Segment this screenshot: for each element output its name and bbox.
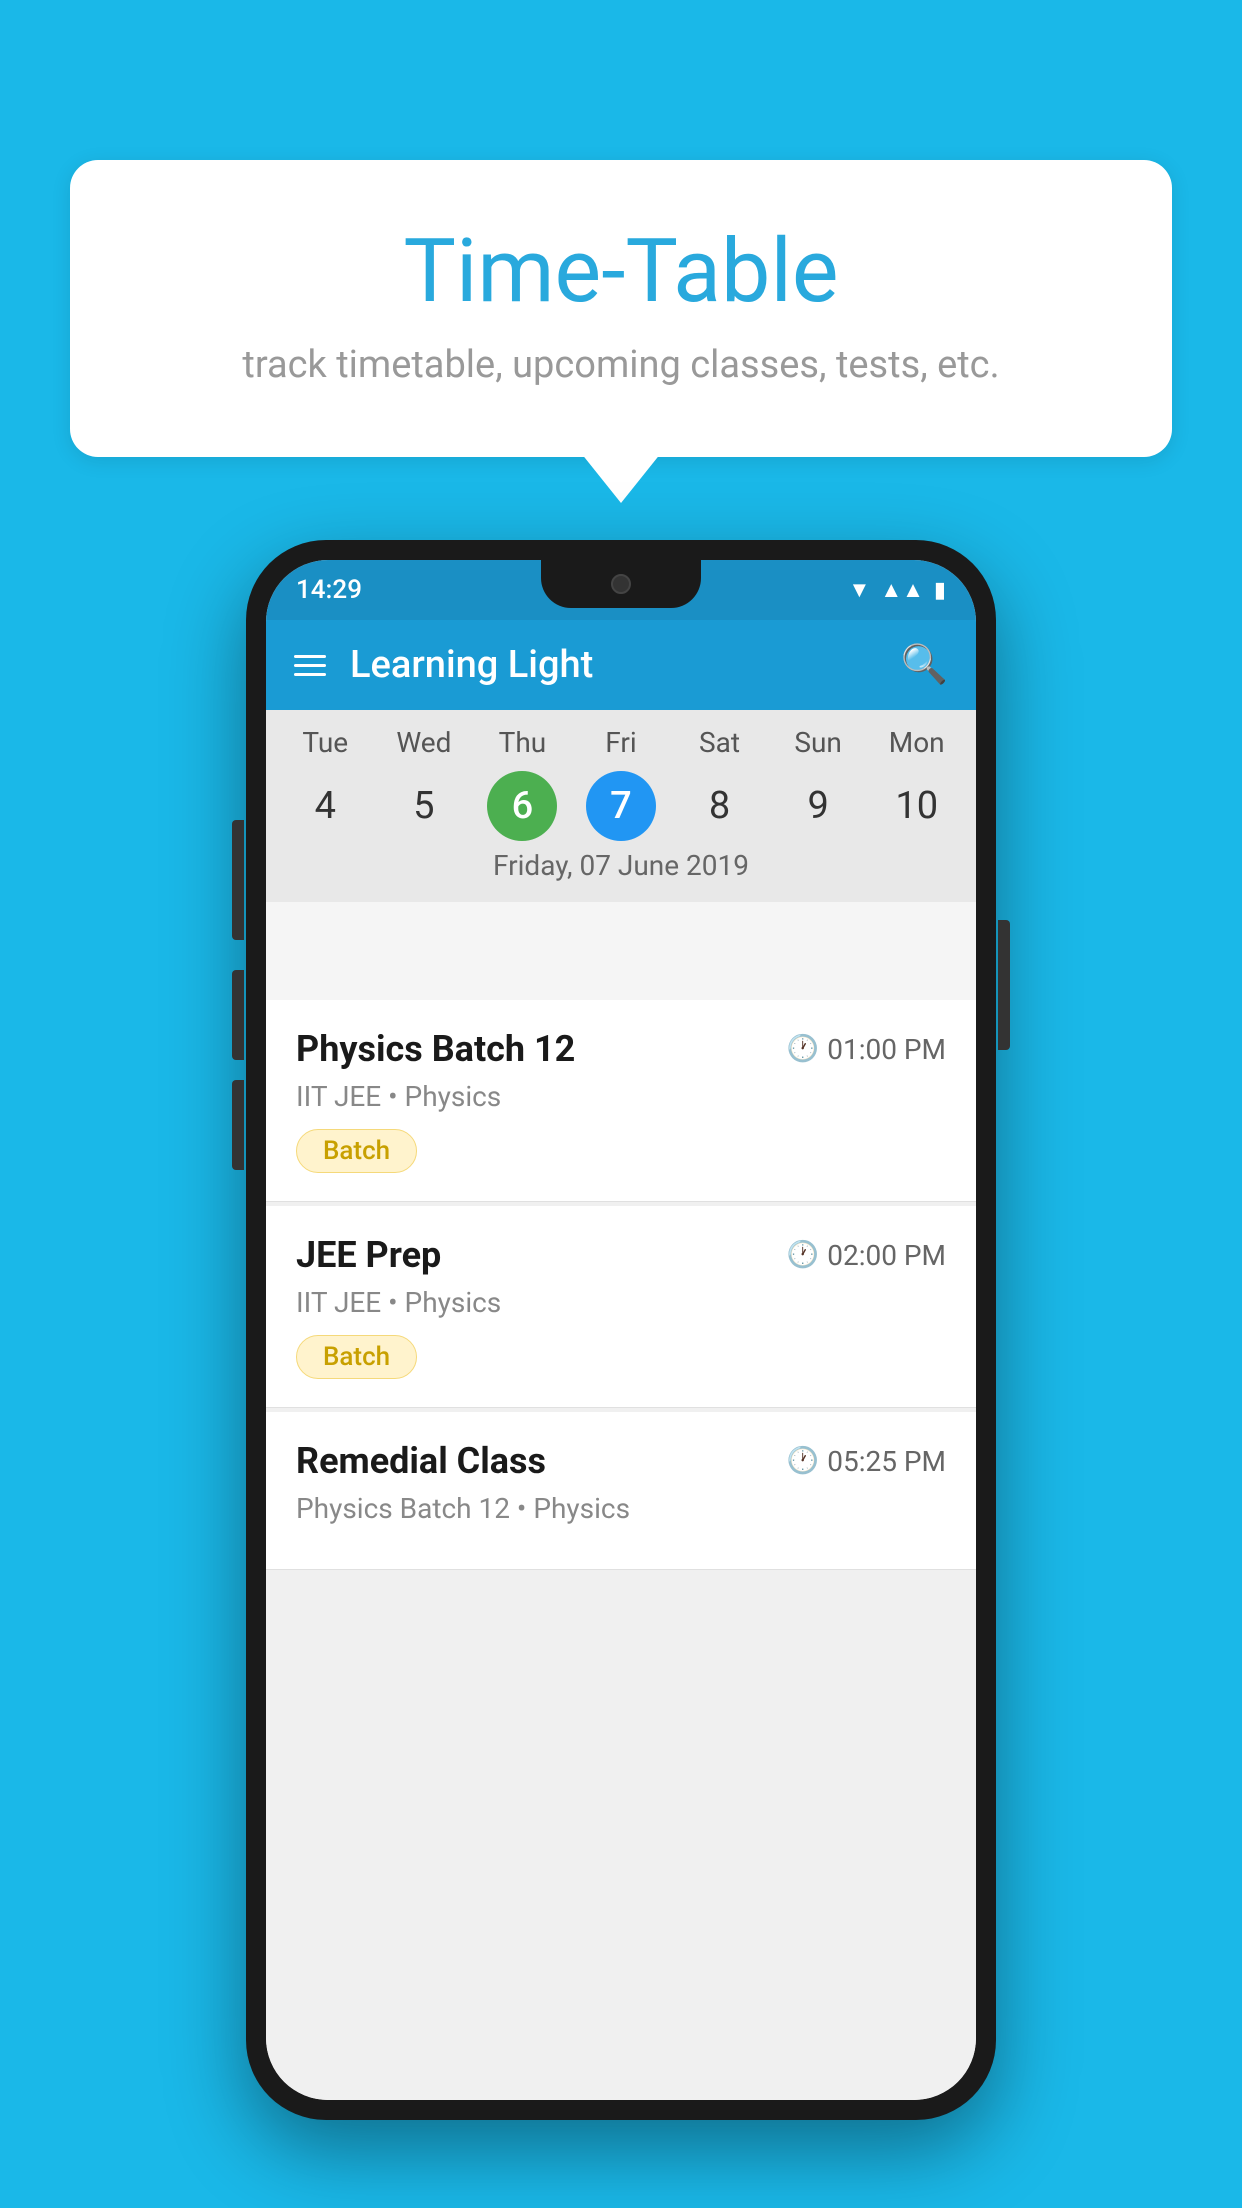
schedule-container: Physics Batch 12 🕐 01:00 PM IIT JEE • Ph… xyxy=(266,1000,976,2100)
hamburger-line-3 xyxy=(294,673,326,676)
calendar-strip: Tue Wed Thu Fri Sat Sun Mon 4 5 xyxy=(266,710,976,902)
day-header-thu: Thu xyxy=(473,726,572,759)
bubble-subtitle: track timetable, upcoming classes, tests… xyxy=(150,343,1092,387)
day-headers: Tue Wed Thu Fri Sat Sun Mon xyxy=(266,710,976,767)
schedule-title-1: Physics Batch 12 xyxy=(296,1028,575,1070)
hamburger-line-1 xyxy=(294,655,326,658)
phone-frame: 14:29 ▼ ▲▲ ▮ Learning Light 🔍 xyxy=(246,540,996,2120)
batch-badge-2: Batch xyxy=(296,1335,417,1379)
day-header-tue: Tue xyxy=(276,726,375,759)
day-number-9: 9 xyxy=(783,771,853,841)
wifi-icon: ▼ xyxy=(849,577,871,603)
day-number-7-selected: 7 xyxy=(586,771,656,841)
schedule-time-2: 🕐 02:00 PM xyxy=(787,1239,946,1272)
schedule-subtitle-3: Physics Batch 12 • Physics xyxy=(296,1492,946,1525)
day-cell-9[interactable]: 9 xyxy=(769,771,868,841)
day-cell-6[interactable]: 6 xyxy=(473,771,572,841)
schedule-time-value-1: 01:00 PM xyxy=(827,1033,946,1066)
day-number-8: 8 xyxy=(685,771,755,841)
app-title: Learning Light xyxy=(350,643,901,687)
schedule-item-header-1: Physics Batch 12 🕐 01:00 PM xyxy=(296,1028,946,1070)
batch-badge-1: Batch xyxy=(296,1129,417,1173)
bubble-title: Time-Table xyxy=(150,220,1092,323)
phone-wrapper: 14:29 ▼ ▲▲ ▮ Learning Light 🔍 xyxy=(246,540,996,2120)
power-button xyxy=(998,920,1010,1050)
day-cell-5[interactable]: 5 xyxy=(375,771,474,841)
schedule-time-value-2: 02:00 PM xyxy=(827,1239,946,1272)
schedule-subtitle-2: IIT JEE • Physics xyxy=(296,1286,946,1319)
clock-icon-1: 🕐 xyxy=(787,1034,819,1064)
volume-up-button xyxy=(232,970,244,1060)
volume-down-button xyxy=(232,1080,244,1170)
status-icons: ▼ ▲▲ ▮ xyxy=(849,577,946,603)
day-cell-4[interactable]: 4 xyxy=(276,771,375,841)
clock-icon-2: 🕐 xyxy=(787,1240,819,1270)
notch xyxy=(541,560,701,608)
schedule-item-header-2: JEE Prep 🕐 02:00 PM xyxy=(296,1234,946,1276)
day-header-fri: Fri xyxy=(572,726,671,759)
status-time: 14:29 xyxy=(296,575,362,605)
schedule-time-1: 🕐 01:00 PM xyxy=(787,1033,946,1066)
day-numbers: 4 5 6 7 8 9 xyxy=(266,767,976,849)
phone-screen: 14:29 ▼ ▲▲ ▮ Learning Light 🔍 xyxy=(266,560,976,2100)
clock-icon-3: 🕐 xyxy=(787,1446,819,1476)
day-header-wed: Wed xyxy=(375,726,474,759)
day-cell-8[interactable]: 8 xyxy=(670,771,769,841)
schedule-subtitle-1: IIT JEE • Physics xyxy=(296,1080,946,1113)
day-number-10: 10 xyxy=(882,771,952,841)
app-bar: Learning Light 🔍 xyxy=(266,620,976,710)
day-cell-7[interactable]: 7 xyxy=(572,771,671,841)
schedule-item-jee-prep[interactable]: JEE Prep 🕐 02:00 PM IIT JEE • Physics Ba… xyxy=(266,1206,976,1408)
schedule-title-3: Remedial Class xyxy=(296,1440,546,1482)
signal-icon: ▲▲ xyxy=(880,577,924,603)
day-number-5: 5 xyxy=(389,771,459,841)
day-cell-10[interactable]: 10 xyxy=(867,771,966,841)
schedule-item-header-3: Remedial Class 🕐 05:25 PM xyxy=(296,1440,946,1482)
day-header-sun: Sun xyxy=(769,726,868,759)
front-camera xyxy=(611,574,631,594)
speech-bubble-wrapper: Time-Table track timetable, upcoming cla… xyxy=(70,160,1172,457)
day-number-6-today: 6 xyxy=(487,771,557,841)
battery-icon: ▮ xyxy=(934,578,946,603)
schedule-title-2: JEE Prep xyxy=(296,1234,441,1276)
schedule-time-3: 🕐 05:25 PM xyxy=(787,1445,946,1478)
search-button[interactable]: 🔍 xyxy=(901,643,948,687)
day-header-mon: Mon xyxy=(867,726,966,759)
speech-bubble: Time-Table track timetable, upcoming cla… xyxy=(70,160,1172,457)
day-header-sat: Sat xyxy=(670,726,769,759)
calendar-date-label: Friday, 07 June 2019 xyxy=(266,849,976,890)
hamburger-line-2 xyxy=(294,664,326,667)
schedule-item-remedial-class[interactable]: Remedial Class 🕐 05:25 PM Physics Batch … xyxy=(266,1412,976,1570)
day-number-4: 4 xyxy=(290,771,360,841)
schedule-item-physics-batch-12[interactable]: Physics Batch 12 🕐 01:00 PM IIT JEE • Ph… xyxy=(266,1000,976,1202)
hamburger-menu[interactable] xyxy=(294,655,326,676)
schedule-time-value-3: 05:25 PM xyxy=(827,1445,946,1478)
